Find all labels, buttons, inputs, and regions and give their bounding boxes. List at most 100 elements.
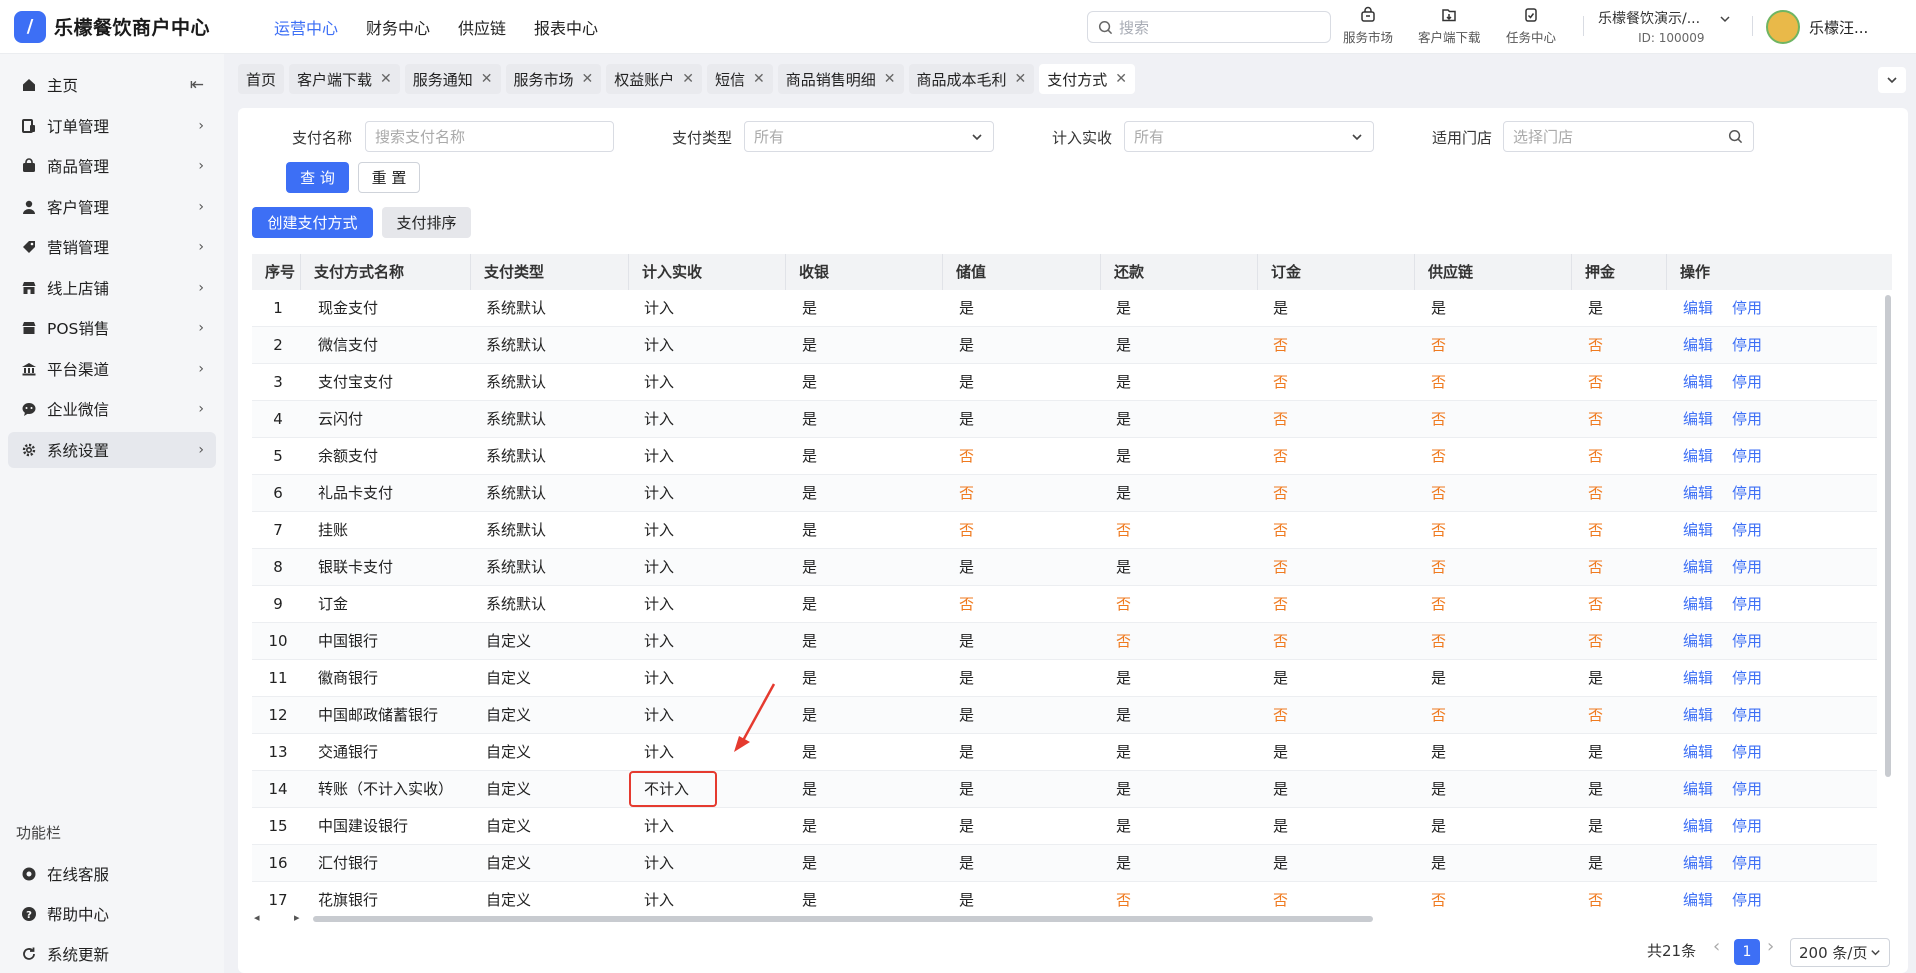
next-page-icon[interactable]: › xyxy=(1767,936,1774,957)
close-icon[interactable]: ✕ xyxy=(1115,71,1127,87)
reset-button[interactable]: 重 置 xyxy=(358,162,420,193)
disable-link[interactable]: 停用 xyxy=(1732,401,1762,438)
tab-client-download[interactable]: 客户端下载 ✕ xyxy=(289,64,400,94)
disable-link[interactable]: 停用 xyxy=(1732,290,1762,327)
topnav-supply-chain[interactable]: 供应链 xyxy=(444,15,520,39)
close-icon[interactable]: ✕ xyxy=(753,71,765,87)
tab-service-notice[interactable]: 服务通知 ✕ xyxy=(404,64,501,94)
tab-sms[interactable]: 短信 ✕ xyxy=(707,64,773,94)
topnav-operations[interactable]: 运营中心 xyxy=(260,15,352,39)
edit-link[interactable]: 编辑 xyxy=(1683,549,1713,586)
table-cell: 计入 xyxy=(644,299,675,317)
payment-type-select[interactable]: 所有 xyxy=(744,121,994,152)
sidebar-item-goods[interactable]: 商品管理 › xyxy=(8,148,216,184)
tab-cost-margin[interactable]: 商品成本毛利 ✕ xyxy=(908,64,1035,94)
sidebar-item-label: 在线客服 xyxy=(47,866,110,884)
sidebar-item-marketing[interactable]: 营销管理 › xyxy=(8,229,216,265)
edit-link[interactable]: 编辑 xyxy=(1683,586,1713,623)
edit-link[interactable]: 编辑 xyxy=(1683,623,1713,660)
sidebar-item-home[interactable]: 主页 ⇤ xyxy=(8,67,216,103)
disable-link[interactable]: 停用 xyxy=(1732,623,1762,660)
disable-link[interactable]: 停用 xyxy=(1732,475,1762,512)
sidebar-item-orders[interactable]: 订单管理 › xyxy=(8,108,216,144)
disable-link[interactable]: 停用 xyxy=(1732,549,1762,586)
create-payment-button[interactable]: 创建支付方式 xyxy=(252,207,373,238)
edit-link[interactable]: 编辑 xyxy=(1683,845,1713,882)
edit-link[interactable]: 编辑 xyxy=(1683,364,1713,401)
sidebar-item-online-store[interactable]: 线上店铺 › xyxy=(8,270,216,306)
disable-link[interactable]: 停用 xyxy=(1732,697,1762,734)
edit-link[interactable]: 编辑 xyxy=(1683,697,1713,734)
disable-link[interactable]: 停用 xyxy=(1732,586,1762,623)
edit-link[interactable]: 编辑 xyxy=(1683,734,1713,771)
close-icon[interactable]: ✕ xyxy=(682,71,694,87)
sidebar-item-online-service[interactable]: 在线客服 xyxy=(8,856,216,892)
sidebar-item-settings[interactable]: 系统设置 › xyxy=(8,432,216,468)
collapse-sidebar-icon[interactable]: ⇤ xyxy=(190,75,204,95)
close-icon[interactable]: ✕ xyxy=(582,71,594,87)
edit-link[interactable]: 编辑 xyxy=(1683,882,1713,910)
edit-link[interactable]: 编辑 xyxy=(1683,660,1713,697)
tool-client-download[interactable]: 客户端下载 xyxy=(1418,6,1481,46)
disable-link[interactable]: 停用 xyxy=(1732,845,1762,882)
page-size-select[interactable]: 200 条/页 xyxy=(1790,938,1890,967)
disable-link[interactable]: 停用 xyxy=(1732,771,1762,808)
disable-link[interactable]: 停用 xyxy=(1732,734,1762,771)
topnav-finance[interactable]: 财务中心 xyxy=(352,15,444,39)
count-revenue-select[interactable]: 所有 xyxy=(1124,121,1374,152)
tab-payment-methods[interactable]: 支付方式 ✕ xyxy=(1039,64,1136,94)
edit-link[interactable]: 编辑 xyxy=(1683,512,1713,549)
topnav-reports[interactable]: 报表中心 xyxy=(520,15,612,39)
tab-benefit-account[interactable]: 权益账户 ✕ xyxy=(606,64,703,94)
edit-link[interactable]: 编辑 xyxy=(1683,327,1713,364)
chevron-right-icon: › xyxy=(198,239,204,255)
tabs-more-button[interactable] xyxy=(1878,67,1906,93)
close-icon[interactable]: ✕ xyxy=(481,71,493,87)
prev-page-icon[interactable]: ‹ xyxy=(1713,936,1720,957)
table-cell: 是 xyxy=(1431,743,1447,761)
close-icon[interactable]: ✕ xyxy=(884,71,896,87)
disable-link[interactable]: 停用 xyxy=(1732,660,1762,697)
store-select-input[interactable]: 选择门店 xyxy=(1503,121,1754,152)
disable-link[interactable]: 停用 xyxy=(1732,512,1762,549)
disable-link[interactable]: 停用 xyxy=(1732,808,1762,845)
table-cell: 是 xyxy=(1431,780,1447,798)
tab-service-market[interactable]: 服务市场 ✕ xyxy=(505,64,602,94)
user-menu[interactable]: 乐檬汪... xyxy=(1766,10,1868,44)
edit-link[interactable]: 编辑 xyxy=(1683,475,1713,512)
sidebar-item-update[interactable]: 系统更新 xyxy=(8,936,216,972)
edit-link[interactable]: 编辑 xyxy=(1683,438,1713,475)
tab-sales-detail[interactable]: 商品销售明细 ✕ xyxy=(777,64,904,94)
edit-link[interactable]: 编辑 xyxy=(1683,290,1713,327)
brand-logo[interactable]: / 乐檬餐饮商户中心 xyxy=(14,10,240,43)
sidebar-item-wecom[interactable]: 企业微信 › xyxy=(8,391,216,427)
table-cell: 计入 xyxy=(644,447,675,465)
tool-service-market[interactable]: 服务市场 xyxy=(1343,6,1393,46)
sidebar-item-pos[interactable]: POS销售 › xyxy=(8,310,216,346)
sidebar-item-channels[interactable]: 平台渠道 › xyxy=(8,351,216,387)
sort-payment-button[interactable]: 支付排序 xyxy=(382,207,471,238)
sidebar-item-customers[interactable]: 客户管理 › xyxy=(8,189,216,225)
global-search-input[interactable]: 搜索 xyxy=(1087,11,1331,43)
vertical-scrollbar[interactable] xyxy=(1885,295,1891,777)
scroll-right-icon[interactable]: ▸ xyxy=(294,911,300,924)
sidebar-item-help[interactable]: ? 帮助中心 xyxy=(8,896,216,932)
select-value: 所有 xyxy=(1134,128,1165,146)
close-icon[interactable]: ✕ xyxy=(1015,71,1027,87)
tab-home[interactable]: 首页 xyxy=(238,64,285,94)
payment-name-input[interactable]: 搜索支付名称 xyxy=(365,121,614,152)
disable-link[interactable]: 停用 xyxy=(1732,438,1762,475)
tool-task-center[interactable]: 任务中心 xyxy=(1506,6,1556,46)
disable-link[interactable]: 停用 xyxy=(1732,882,1762,910)
edit-link[interactable]: 编辑 xyxy=(1683,771,1713,808)
edit-link[interactable]: 编辑 xyxy=(1683,401,1713,438)
disable-link[interactable]: 停用 xyxy=(1732,327,1762,364)
horizontal-scrollbar[interactable] xyxy=(313,916,1373,922)
tenant-switcher[interactable]: 乐檬餐饮演示/... ID: 100009 xyxy=(1598,8,1731,45)
close-icon[interactable]: ✕ xyxy=(380,71,392,87)
scroll-left-icon[interactable]: ◂ xyxy=(254,911,260,924)
edit-link[interactable]: 编辑 xyxy=(1683,808,1713,845)
page-number-button[interactable]: 1 xyxy=(1734,939,1760,965)
disable-link[interactable]: 停用 xyxy=(1732,364,1762,401)
query-button[interactable]: 查 询 xyxy=(286,162,349,193)
